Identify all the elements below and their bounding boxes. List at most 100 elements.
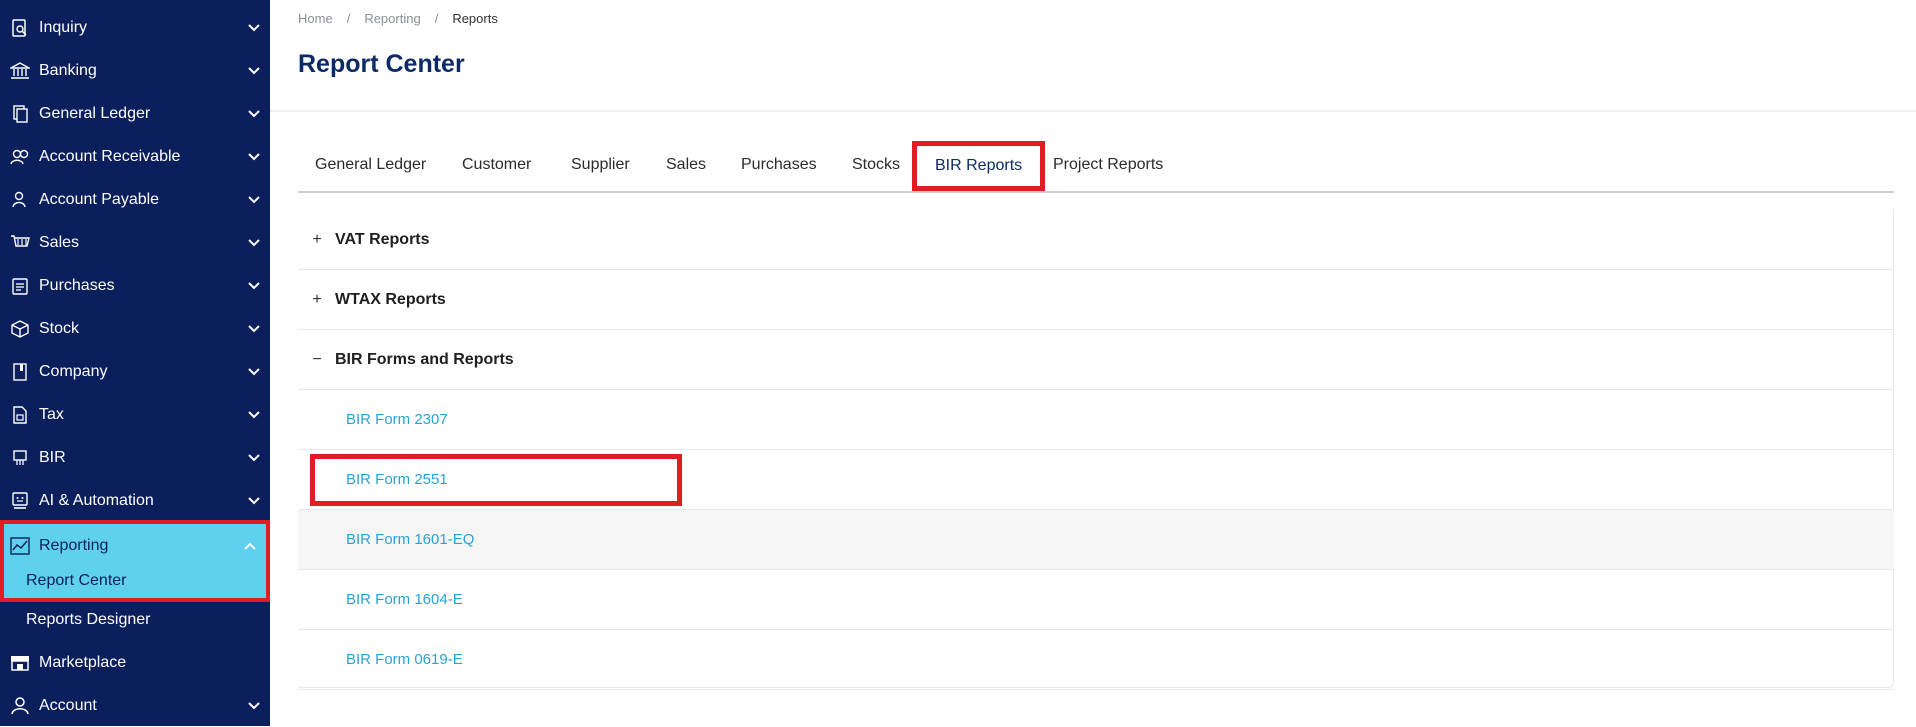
sidebar-item-reporting[interactable]: Reporting [0,524,270,567]
inquiry-icon [10,18,30,38]
link-bir-form-2551[interactable]: BIR Form 2551 [346,471,448,488]
sidebar-item-bir[interactable]: BIR [0,436,270,479]
clipboard-icon [10,276,30,296]
chevron-down-icon[interactable] [248,700,260,712]
chevron-up-icon[interactable] [244,540,256,552]
tab-project-reports[interactable]: Project Reports [1053,145,1163,185]
sidebar-item-company[interactable]: Company [0,350,270,393]
chevron-down-icon[interactable] [248,409,260,421]
payable-icon [10,190,30,210]
sidebar-item-label: Marketplace [39,653,127,671]
chevron-down-icon[interactable] [248,366,260,378]
chart-line-icon [10,536,30,556]
sidebar-item-sales[interactable]: Sales [0,221,270,264]
tab-purchases[interactable]: Purchases [741,145,817,185]
cube-icon [10,319,30,339]
sidebar-item-inquiry[interactable]: Inquiry [0,6,270,49]
sidebar-item-banking[interactable]: Banking [0,49,270,92]
reporting-section-highlight: Reporting Report Center [0,520,270,602]
sidebar-item-label: Reporting [39,536,109,554]
tab-customer[interactable]: Customer [462,145,531,185]
chevron-down-icon[interactable] [248,280,260,292]
sidebar-item-label: Banking [39,61,97,79]
sidebar-item-label: Account [39,696,97,714]
sidebar-item-label: BIR [39,448,66,466]
sidebar-item-stock[interactable]: Stock [0,307,270,350]
receivable-icon [10,147,30,167]
chevron-down-icon[interactable] [248,495,260,507]
report-tabs: General Ledger Customer Supplier Sales P… [298,141,1894,193]
link-bir-form-1604-e[interactable]: BIR Form 1604-E [346,591,463,608]
expand-icon[interactable]: + [310,291,324,308]
breadcrumb-reporting[interactable]: Reporting [364,11,420,26]
sidebar-item-account-receivable[interactable]: Account Receivable [0,135,270,178]
chevron-down-icon[interactable] [248,452,260,464]
expand-icon[interactable]: + [310,231,324,248]
sidebar-item-tax[interactable]: Tax [0,393,270,436]
group-row-bir-forms[interactable]: − BIR Forms and Reports [298,330,1894,390]
list-item: BIR Form 0619-E [298,630,1894,690]
sidebar-item-ai-automation[interactable]: AI & Automation [0,479,270,522]
chevron-down-icon[interactable] [248,22,260,34]
sidebar-item-purchases[interactable]: Purchases [0,264,270,307]
chevron-down-icon[interactable] [248,237,260,249]
tab-stocks[interactable]: Stocks [852,145,900,185]
tab-supplier[interactable]: Supplier [571,145,630,185]
list-item: BIR Form 2551 [298,450,1894,510]
group-row-wtax-reports[interactable]: + WTAX Reports [298,270,1894,330]
tab-bir-reports[interactable]: BIR Reports [912,141,1046,191]
breadcrumb-separator: / [434,11,439,26]
robot-icon [10,491,30,511]
page-title: Report Center [298,50,465,78]
ledger-icon [10,104,30,124]
list-item: BIR Form 1604-E [298,570,1894,630]
cart-icon [10,233,30,253]
tax-icon [10,405,30,425]
breadcrumb: Home / Reporting / Reports [298,11,498,26]
group-label: VAT Reports [335,230,430,248]
sidebar-item-label: Stock [39,319,80,337]
store-icon [10,653,30,673]
link-bir-form-1601-eq[interactable]: BIR Form 1601-EQ [346,531,474,548]
sidebar-subitem-report-center[interactable]: Report Center [26,572,127,590]
sidebar-item-label: Account Payable [39,190,160,208]
breadcrumb-separator: / [346,11,351,26]
chevron-down-icon[interactable] [248,108,260,120]
group-row-vat-reports[interactable]: + VAT Reports [298,210,1894,270]
breadcrumb-current: Reports [452,11,498,26]
sidebar-item-label: Tax [39,405,64,423]
tab-general-ledger[interactable]: General Ledger [315,145,426,185]
sidebar-item-account[interactable]: Account [0,684,270,727]
sidebar-item-marketplace[interactable]: Marketplace [0,641,270,684]
bank-icon [10,61,30,81]
bir-icon [10,448,30,468]
breadcrumb-home[interactable]: Home [298,11,333,26]
chevron-down-icon[interactable] [248,194,260,206]
sidebar-item-label: Account Receivable [39,147,181,165]
chevron-down-icon[interactable] [248,323,260,335]
group-label: BIR Forms and Reports [335,350,514,368]
list-item: BIR Form 1601-EQ [298,510,1894,570]
user-icon [10,696,30,716]
sidebar-item-label: AI & Automation [39,491,154,509]
report-list-panel: + VAT Reports + WTAX Reports − BIR Forms… [298,210,1894,690]
sidebar-item-label: Company [39,362,108,380]
main-content: Home / Reporting / Reports Report Center… [270,0,1916,726]
list-item: BIR Form 2307 [298,390,1894,450]
sidebar-item-label: Inquiry [39,18,88,36]
chevron-down-icon[interactable] [248,151,260,163]
collapse-icon[interactable]: − [310,351,324,368]
sidebar: Inquiry Banking General Ledger Account R… [0,0,270,726]
link-bir-form-2307[interactable]: BIR Form 2307 [346,411,448,428]
tab-sales[interactable]: Sales [666,145,706,185]
link-bir-form-0619-e[interactable]: BIR Form 0619-E [346,651,463,668]
sidebar-item-general-ledger[interactable]: General Ledger [0,92,270,135]
group-label: WTAX Reports [335,290,446,308]
sidebar-item-label: Purchases [39,276,115,294]
sidebar-item-account-payable[interactable]: Account Payable [0,178,270,221]
sidebar-item-label: Sales [39,233,80,251]
chevron-down-icon[interactable] [248,65,260,77]
header-divider [270,110,1916,112]
sidebar-item-reports-designer[interactable]: Reports Designer [26,611,151,629]
bookmark-icon [10,362,30,382]
